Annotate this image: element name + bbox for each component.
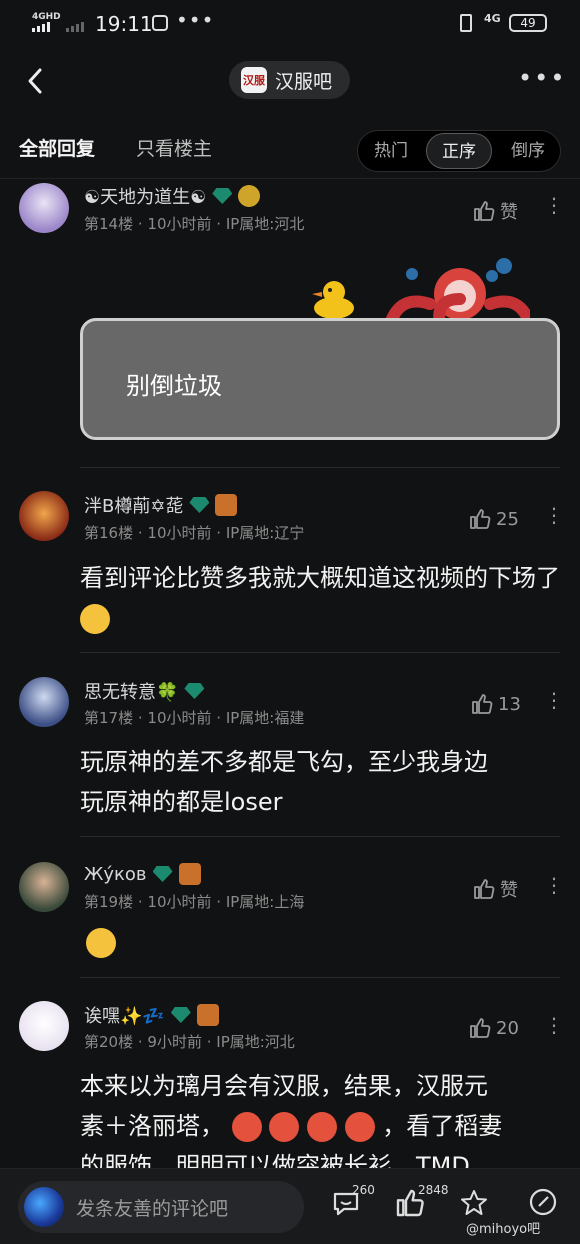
angry-emoji-icon: [306, 1112, 337, 1142]
badge-icon: [178, 863, 201, 885]
level-gem-icon: [170, 1007, 191, 1023]
badge-icon: [215, 494, 238, 516]
thumb-up-icon: [474, 201, 495, 221]
badge-icon: [196, 1004, 219, 1026]
more-options-icon[interactable]: •••: [518, 64, 566, 92]
author-name: 泮B樽萷✡蒊: [84, 496, 184, 517]
tabs-divider: [0, 178, 580, 179]
battery-icon: 49: [509, 14, 547, 32]
network-type: 4GHD: [32, 12, 61, 22]
tab-all-replies[interactable]: 全部回复: [19, 134, 95, 161]
avatar[interactable]: [19, 677, 69, 727]
clock: 19:11: [95, 12, 153, 36]
comment-text: 玩原神的差不多都是飞勾，至少我身边 玩原神的都是loser: [80, 748, 488, 816]
vibrate-icon: [460, 14, 472, 32]
status-bar: 4GHD 19:11 ••• 4G 49: [0, 0, 580, 46]
back-icon[interactable]: [22, 64, 52, 98]
share-icon: [529, 1188, 557, 1216]
comment-text: 看到评论比赞多我就大概知道这视频的下场了: [80, 558, 560, 638]
comment-author[interactable]: 泮B樽萷✡蒊: [84, 492, 238, 518]
like-button[interactable]: 赞: [472, 198, 518, 224]
more-status-icon: •••: [176, 8, 215, 32]
comment-input[interactable]: 发条友善的评论吧: [18, 1181, 304, 1233]
top-nav: 汉服 汉服吧 •••: [0, 50, 580, 112]
avatar[interactable]: [19, 1001, 69, 1051]
sort-hot[interactable]: 热门: [358, 131, 424, 171]
user-avatar: [24, 1187, 64, 1227]
thumb-up-icon: [470, 509, 491, 529]
level-gem-icon: [189, 497, 210, 513]
comment-meta: 第17楼 · 10小时前 · IP属地:福建: [84, 709, 305, 727]
comment-divider: [80, 467, 560, 468]
signal-icon-2: [66, 22, 84, 32]
like-button[interactable]: 20: [468, 1016, 519, 1040]
smile-emoji-icon: [86, 928, 116, 958]
comment-divider: [80, 836, 560, 837]
thumb-up-icon: [470, 1018, 491, 1038]
tab-host-only[interactable]: 只看楼主: [136, 134, 212, 161]
comment-menu-icon[interactable]: ⋮: [544, 1015, 564, 1035]
comment-author[interactable]: 诶嘿✨💤: [84, 1002, 219, 1028]
star-icon: [461, 1190, 487, 1215]
like-button[interactable]: 赞: [472, 876, 518, 902]
like-button[interactable]: 13: [470, 692, 521, 716]
forum-pill[interactable]: 汉服 汉服吧: [229, 61, 350, 99]
thumb-up-icon: [472, 694, 493, 714]
sticker-text: 别倒垃圾: [126, 372, 222, 400]
comment-author[interactable]: Жýков: [84, 863, 201, 885]
avatar[interactable]: [19, 183, 69, 233]
comment-menu-icon[interactable]: ⋮: [544, 505, 564, 525]
message-icon: [152, 15, 168, 31]
comment-meta: 第14楼 · 10小时前 · IP属地:河北: [84, 215, 305, 233]
sort-desc[interactable]: 倒序: [496, 131, 560, 171]
level-gem-icon: [184, 683, 205, 699]
author-name: ☯天地为道生☯: [84, 187, 207, 208]
comment-menu-icon[interactable]: ⋮: [544, 690, 564, 710]
angry-emoji-icon: [269, 1112, 300, 1142]
like-button[interactable]: 25: [468, 507, 519, 531]
level-gem-icon: [152, 866, 173, 882]
comment-divider: [80, 977, 560, 978]
comment-count-button[interactable]: 260: [330, 1183, 375, 1223]
author-name: 诶嘿✨💤: [84, 1006, 165, 1027]
author-name: Жýков: [84, 863, 147, 885]
comment-author[interactable]: 思无转意🍀: [84, 678, 205, 704]
watermark: @mihoyo吧: [466, 1222, 541, 1237]
comment-placeholder: 发条友善的评论吧: [76, 1198, 229, 1220]
share-button[interactable]: [528, 1187, 558, 1221]
signal-icon: [32, 22, 50, 32]
comment-divider: [80, 652, 560, 653]
angry-emoji-icon: [344, 1112, 375, 1142]
author-name: 思无转意🍀: [84, 682, 179, 703]
sort-asc[interactable]: 正序: [426, 133, 492, 169]
comment-meta: 第19楼 · 10小时前 · IP属地:上海: [84, 893, 305, 911]
avatar[interactable]: [19, 491, 69, 541]
laugh-emoji-icon: [80, 604, 110, 634]
comment-emoji: [86, 928, 116, 958]
sort-segment: 热门 正序 倒序: [357, 130, 561, 172]
comment-meta: 第20楼 · 9小时前 · IP属地:河北: [84, 1033, 295, 1051]
comment-menu-icon[interactable]: ⋮: [544, 195, 564, 215]
comment-meta: 第16楼 · 10小时前 · IP属地:辽宁: [84, 524, 305, 542]
signal-4g: 4G: [484, 12, 501, 25]
duck-icon: [312, 281, 354, 319]
post-like-button[interactable]: 2848: [394, 1183, 449, 1223]
badge-icon: [238, 185, 261, 207]
reply-tabs: 全部回复 只看楼主 热门 正序 倒序: [0, 122, 580, 178]
level-gem-icon: [212, 188, 233, 204]
forum-name: 汉服吧: [275, 70, 333, 93]
forum-logo: 汉服: [241, 67, 267, 93]
avatar[interactable]: [19, 862, 69, 912]
comment-menu-icon[interactable]: ⋮: [544, 875, 564, 895]
comment-author[interactable]: ☯天地为道生☯: [84, 183, 261, 209]
angry-emoji-icon: [231, 1112, 262, 1142]
thumb-up-icon: [474, 879, 495, 899]
